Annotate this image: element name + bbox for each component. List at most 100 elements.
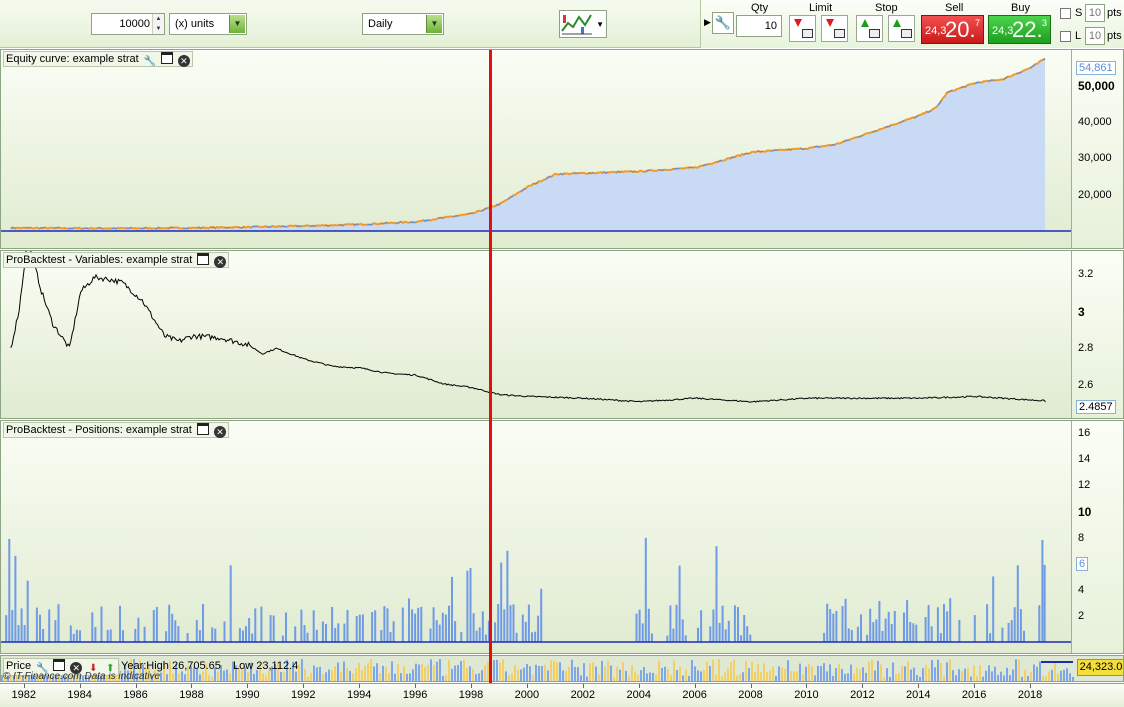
variables-line bbox=[10, 251, 1046, 403]
equity-chart[interactable] bbox=[1, 50, 1073, 248]
positions-title-text: ProBacktest - Positions: example strat bbox=[6, 424, 192, 436]
limit-checkbox[interactable] bbox=[1060, 31, 1071, 42]
price-bar bbox=[829, 664, 831, 681]
position-bar bbox=[650, 633, 653, 642]
qty-label: Qty bbox=[751, 2, 769, 14]
equity-tick: 20,000 bbox=[1078, 189, 1112, 201]
chevron-down-icon[interactable]: ▼ bbox=[229, 15, 245, 33]
stop-loss-checkbox[interactable] bbox=[1060, 8, 1071, 19]
price-bar bbox=[433, 664, 435, 681]
position-bar bbox=[20, 608, 23, 642]
order-qty-input[interactable]: 10 bbox=[736, 15, 782, 37]
price-bar bbox=[868, 661, 870, 681]
variables-axis: 3.2 3 2.8 2.6 2.4857 bbox=[1071, 251, 1123, 418]
stop-loss-points-input[interactable]: 10 bbox=[1085, 4, 1105, 22]
price-bar bbox=[1048, 671, 1050, 681]
spin-up-icon[interactable]: ▲ bbox=[153, 14, 164, 24]
position-bar bbox=[14, 555, 17, 642]
limit-sell-button[interactable] bbox=[789, 15, 816, 42]
window-icon[interactable] bbox=[197, 253, 210, 265]
position-bar bbox=[168, 604, 171, 642]
price-bar bbox=[997, 674, 999, 681]
position-bar bbox=[986, 604, 989, 642]
quantity-stepper[interactable]: 10000 ▲ ▼ bbox=[91, 13, 165, 35]
date-tick-mark bbox=[974, 684, 976, 688]
position-bar bbox=[79, 630, 81, 642]
price-bar bbox=[451, 668, 453, 681]
price-bar bbox=[202, 671, 204, 681]
close-icon[interactable]: ✕ bbox=[177, 55, 190, 67]
price-bar bbox=[439, 659, 441, 681]
position-bar bbox=[949, 598, 952, 642]
price-bar bbox=[496, 659, 498, 681]
equity-tick: 40,000 bbox=[1078, 116, 1112, 128]
crosshair-cursor-line[interactable] bbox=[489, 50, 492, 683]
price-bar bbox=[415, 663, 417, 681]
variables-panel: ProBacktest - Variables: example strat ✕… bbox=[0, 250, 1124, 419]
spin-down-icon[interactable]: ▼ bbox=[153, 24, 164, 34]
buy-button[interactable]: 24,3 22. 3 bbox=[988, 15, 1051, 44]
position-bar bbox=[312, 610, 315, 642]
position-bar bbox=[924, 617, 927, 642]
sell-button[interactable]: 24,3 20. 7 bbox=[921, 15, 984, 44]
window-icon[interactable] bbox=[160, 52, 173, 64]
close-icon[interactable]: ✕ bbox=[214, 256, 227, 268]
collapse-arrow-icon[interactable]: ▶ bbox=[704, 17, 711, 28]
price-bar bbox=[502, 659, 504, 681]
date-tick-label: 1998 bbox=[458, 689, 484, 701]
window-icon[interactable] bbox=[196, 423, 209, 435]
price-bar bbox=[400, 673, 402, 681]
price-bar bbox=[688, 675, 690, 681]
units-select[interactable]: (x) units ▼ bbox=[169, 13, 247, 35]
prorealtime-window: 10000 ▲ ▼ (x) units ▼ Daily ▼ ▼ ▶ 🔧 Qty … bbox=[0, 0, 1124, 707]
positions-chart[interactable] bbox=[1, 421, 1073, 653]
price-bar bbox=[1069, 673, 1071, 681]
price-bar bbox=[580, 675, 582, 681]
chart-type-button[interactable]: ▼ bbox=[559, 10, 607, 38]
stop-buy-button[interactable] bbox=[856, 15, 883, 42]
chevron-down-icon[interactable]: ▼ bbox=[596, 20, 604, 29]
date-tick-label: 2012 bbox=[850, 689, 875, 701]
price-bar bbox=[907, 661, 909, 681]
chevron-down-icon[interactable]: ▼ bbox=[426, 15, 442, 33]
window-icon[interactable] bbox=[53, 659, 66, 671]
price-bar bbox=[613, 676, 615, 681]
price-bar bbox=[376, 663, 378, 681]
positions-tick: 2 bbox=[1078, 610, 1085, 622]
price-bar bbox=[394, 673, 396, 681]
position-bar bbox=[214, 628, 217, 642]
price-bar bbox=[1066, 668, 1068, 681]
variables-chart[interactable] bbox=[1, 251, 1073, 418]
date-tick-label: 2014 bbox=[906, 689, 931, 701]
stop-sell-button[interactable] bbox=[888, 15, 915, 42]
position-bar bbox=[171, 613, 174, 642]
price-bar bbox=[427, 665, 429, 681]
price-bar bbox=[913, 667, 915, 681]
position-bar bbox=[75, 629, 78, 642]
price-bar bbox=[382, 665, 384, 681]
price-bar bbox=[628, 675, 630, 681]
quantity-spin[interactable]: ▲ ▼ bbox=[152, 14, 164, 34]
position-bar bbox=[389, 632, 392, 642]
price-bar bbox=[742, 672, 744, 681]
position-bar bbox=[537, 615, 540, 642]
price-bar bbox=[667, 669, 669, 681]
date-tick-label: 1994 bbox=[346, 689, 372, 701]
position-bar bbox=[946, 611, 949, 642]
price-bar bbox=[808, 663, 810, 681]
price-bar bbox=[946, 662, 948, 681]
limit-points-input[interactable]: 10 bbox=[1085, 27, 1105, 45]
price-bar bbox=[553, 660, 555, 681]
price-bar bbox=[523, 667, 525, 681]
price-bar bbox=[880, 664, 882, 681]
limit-buy-button[interactable] bbox=[821, 15, 848, 42]
price-bar bbox=[574, 666, 576, 681]
position-bar bbox=[746, 626, 749, 642]
period-select[interactable]: Daily ▼ bbox=[362, 13, 444, 35]
close-icon[interactable]: ✕ bbox=[213, 426, 226, 438]
order-settings-button[interactable]: 🔧 bbox=[712, 12, 734, 34]
price-bar bbox=[295, 671, 297, 681]
position-bar bbox=[211, 627, 214, 642]
wrench-icon[interactable]: 🔧 bbox=[144, 56, 156, 68]
position-bar bbox=[478, 627, 481, 642]
